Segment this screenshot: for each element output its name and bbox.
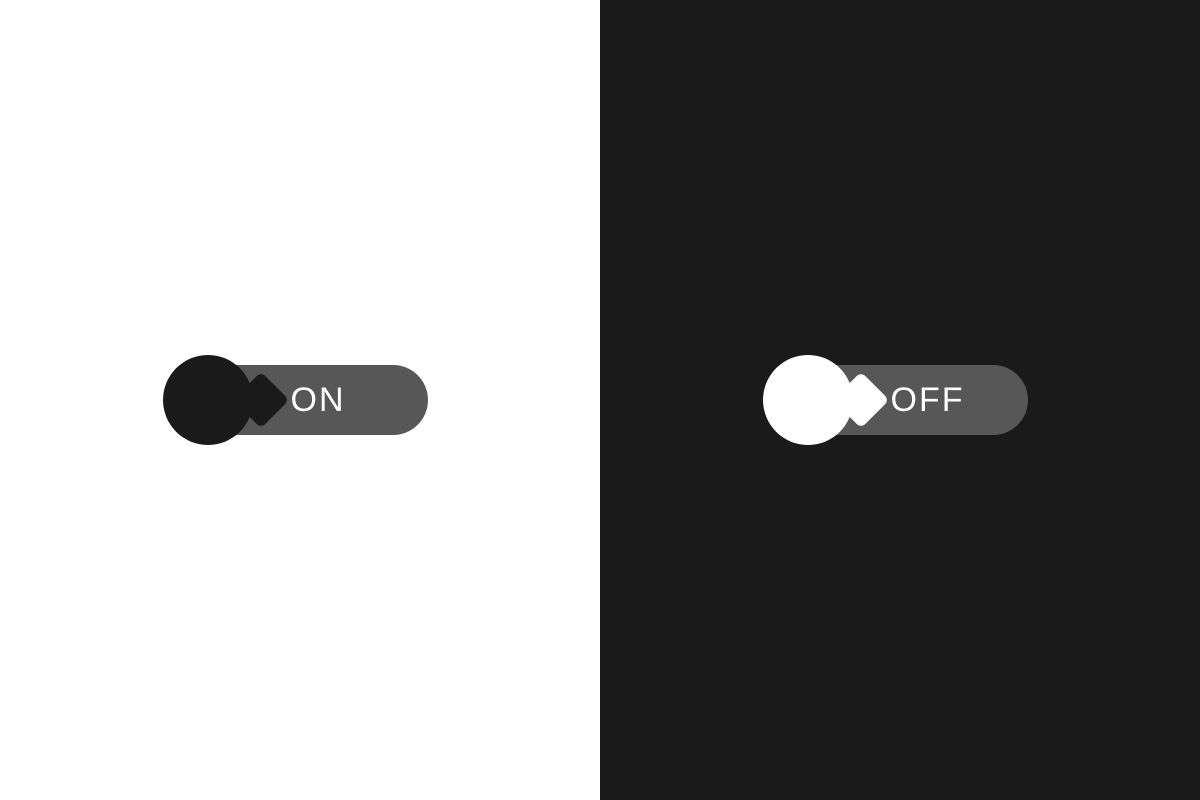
light-panel: ON: [0, 0, 600, 800]
toggle-on-label: ON: [291, 365, 346, 435]
toggle-off[interactable]: OFF: [773, 365, 1028, 435]
dark-panel: OFF: [600, 0, 1200, 800]
toggle-off-label: OFF: [891, 365, 965, 435]
toggle-on[interactable]: ON: [173, 365, 428, 435]
toggle-thumb-icon: [163, 355, 253, 445]
toggle-thumb-icon: [763, 355, 853, 445]
